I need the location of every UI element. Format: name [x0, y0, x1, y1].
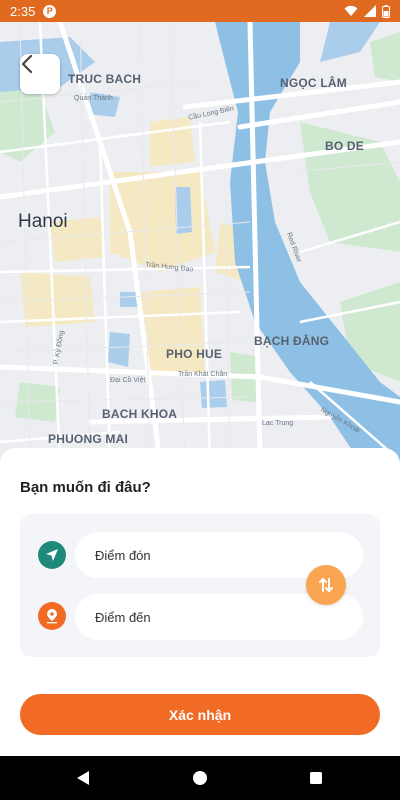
map-label-bach-dang: BẠCH ĐẰNG	[254, 334, 330, 348]
navigation-arrow-icon	[46, 549, 58, 561]
destination-location-icon	[38, 602, 66, 630]
map-label-tran-khat-chan: Trần Khát Chân	[178, 371, 228, 378]
system-navigation-bar	[0, 756, 400, 800]
status-bar: 2:35 P	[0, 0, 400, 22]
pickup-field-label: Điểm đón	[95, 547, 151, 563]
map-view[interactable]: TRUC BACH Quán Thánh Cầu Long Biên NGỌC …	[0, 22, 400, 462]
back-button[interactable]	[20, 54, 60, 94]
nav-home-button[interactable]	[190, 768, 210, 788]
sheet-title: Bạn muốn đi đâu?	[20, 479, 151, 496]
swap-vertical-icon	[319, 578, 333, 592]
battery-icon	[382, 4, 390, 18]
map-label-dai-co-viet: Đại Cồ Việt	[110, 377, 146, 384]
confirm-button[interactable]: Xác nhận	[20, 694, 380, 735]
pickup-location-icon	[38, 541, 66, 569]
confirm-button-label: Xác nhận	[168, 706, 232, 723]
map-pin-icon	[47, 609, 57, 624]
route-card: Điểm đón Điểm đến	[20, 514, 380, 657]
status-time: 2:35	[10, 3, 36, 19]
chevron-left-icon	[21, 54, 33, 74]
circle-home-icon	[193, 771, 207, 785]
signal-icon	[364, 5, 376, 17]
destination-field-label: Điểm đến	[95, 609, 151, 625]
app-notification-icon: P	[43, 4, 57, 18]
map-label-bach-khoa: BACH KHOA	[102, 407, 178, 421]
nav-back-button[interactable]	[73, 768, 93, 788]
wifi-icon	[344, 5, 358, 16]
nav-recents-button[interactable]	[306, 768, 326, 788]
trip-bottom-sheet: Bạn muốn đi đâu? Điểm đón Điểm đến Xác n…	[0, 448, 400, 756]
map-label-ngoc-lam: NGỌC LÂM	[280, 76, 347, 90]
map-label-quan-thanh: Quán Thánh	[74, 95, 113, 102]
map-label-hanoi: Hanoi	[18, 211, 68, 232]
map-label-truc-bach: TRUC BACH	[68, 72, 142, 86]
square-recents-icon	[310, 772, 322, 784]
map-label-bo-de: BO DE	[325, 139, 365, 153]
swap-locations-button[interactable]	[306, 565, 346, 605]
map-label-pho-hue: PHO HUE	[166, 347, 223, 361]
triangle-back-icon	[77, 771, 89, 785]
map-label-lac-trung: Lạc Trung	[262, 420, 294, 427]
map-label-phuong-mai: PHUONG MAI	[48, 432, 128, 446]
